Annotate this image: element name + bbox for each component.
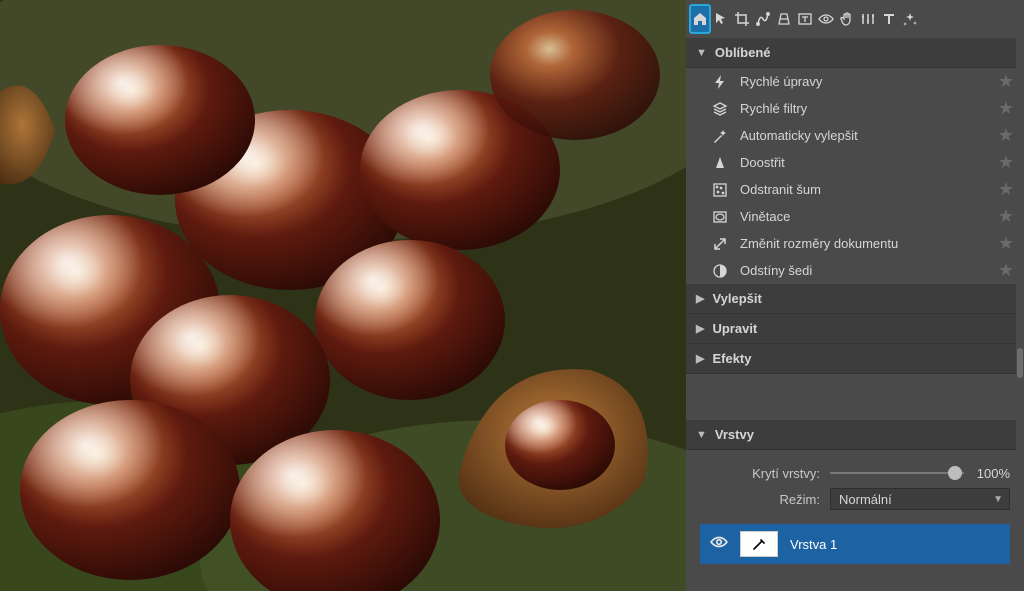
mode-value: Normální <box>839 492 892 507</box>
chevron-down-icon: ▼ <box>696 429 707 441</box>
favorites-list: Rychlé úpravy★Rychlé filtry★Automaticky … <box>686 68 1024 284</box>
sparkle-tool[interactable] <box>900 5 920 33</box>
noise-icon <box>710 182 730 198</box>
mode-label: Režim: <box>700 492 830 507</box>
mode-select[interactable]: Normální ▼ <box>830 488 1010 510</box>
fav-item-vignette[interactable]: Vinětace ★ <box>686 203 1024 230</box>
hand-tool[interactable] <box>837 5 857 33</box>
fav-label: Automaticky vylepšit <box>740 128 858 143</box>
section-label: Vylepšit <box>712 291 761 306</box>
section-label: Upravit <box>712 321 757 336</box>
vignette-icon <box>710 209 730 225</box>
chevron-right-icon: ▶ <box>696 322 704 335</box>
side-panel: ▼ Oblíbené Rychlé úpravy★Rychlé filtry★A… <box>686 0 1024 591</box>
crop-tool[interactable] <box>732 5 752 33</box>
fav-item-stack[interactable]: Rychlé filtry ★ <box>686 95 1024 122</box>
layers-body: Krytí vrstvy: 100% Režim: Normální ▼ Vrs… <box>686 450 1024 574</box>
sharpen-icon <box>710 155 730 171</box>
section-effects[interactable]: ▶ Efekty <box>686 344 1024 374</box>
star-icon[interactable]: ★ <box>998 260 1014 281</box>
opacity-slider[interactable] <box>830 464 964 482</box>
section-adjust[interactable]: ▶ Upravit <box>686 314 1024 344</box>
image-canvas[interactable] <box>0 0 686 591</box>
textbox-tool[interactable] <box>795 5 815 33</box>
section-layers[interactable]: ▼ Vrstvy <box>686 420 1024 450</box>
fav-label: Rychlé filtry <box>740 101 807 116</box>
star-icon[interactable]: ★ <box>998 98 1014 119</box>
visibility-icon[interactable] <box>710 533 728 556</box>
star-icon[interactable]: ★ <box>998 71 1014 92</box>
layer-row[interactable]: Vrstva 1 <box>700 524 1010 564</box>
fav-item-bolt[interactable]: Rychlé úpravy ★ <box>686 68 1024 95</box>
resize-icon <box>710 236 730 252</box>
stack-icon <box>710 101 730 117</box>
eye-tool[interactable] <box>816 5 836 33</box>
star-icon[interactable]: ★ <box>998 206 1014 227</box>
fav-label: Odstíny šedi <box>740 263 812 278</box>
curve-tool[interactable] <box>753 5 773 33</box>
fav-label: Vinětace <box>740 209 790 224</box>
layer-thumbnail[interactable] <box>740 531 778 557</box>
chevron-down-icon: ▼ <box>993 494 1003 505</box>
perspective-tool[interactable] <box>774 5 794 33</box>
toolbar <box>686 0 1024 38</box>
opacity-value: 100% <box>964 466 1010 481</box>
fav-item-noise[interactable]: Odstranit šum ★ <box>686 176 1024 203</box>
fav-item-resize[interactable]: Změnit rozměry dokumentu ★ <box>686 230 1024 257</box>
chevron-right-icon: ▶ <box>696 352 704 365</box>
fav-item-sharpen[interactable]: Doostřit ★ <box>686 149 1024 176</box>
chevron-down-icon: ▼ <box>696 47 707 59</box>
star-icon[interactable]: ★ <box>998 179 1014 200</box>
fav-item-grayscale[interactable]: Odstíny šedi ★ <box>686 257 1024 284</box>
home-tool[interactable] <box>690 5 710 33</box>
section-label: Vrstvy <box>715 427 754 442</box>
fav-label: Odstranit šum <box>740 182 821 197</box>
scrollbar[interactable] <box>1016 38 1024 591</box>
opacity-label: Krytí vrstvy: <box>700 466 830 481</box>
fav-label: Rychlé úpravy <box>740 74 822 89</box>
wand-icon <box>710 128 730 144</box>
fav-label: Změnit rozměry dokumentu <box>740 236 898 251</box>
section-favorites[interactable]: ▼ Oblíbené <box>686 38 1024 68</box>
fav-label: Doostřit <box>740 155 785 170</box>
scroll-thumb[interactable] <box>1017 348 1023 378</box>
star-icon[interactable]: ★ <box>998 125 1014 146</box>
grayscale-icon <box>710 263 730 279</box>
star-icon[interactable]: ★ <box>998 152 1014 173</box>
levels-tool[interactable] <box>858 5 878 33</box>
section-label: Efekty <box>712 351 751 366</box>
text-tool[interactable] <box>879 5 899 33</box>
star-icon[interactable]: ★ <box>998 233 1014 254</box>
layer-name: Vrstva 1 <box>790 537 837 552</box>
section-label: Oblíbené <box>715 45 771 60</box>
fav-item-wand[interactable]: Automaticky vylepšit ★ <box>686 122 1024 149</box>
section-enhance[interactable]: ▶ Vylepšit <box>686 284 1024 314</box>
bolt-icon <box>710 74 730 90</box>
cursor-tool[interactable] <box>711 5 731 33</box>
chevron-right-icon: ▶ <box>696 292 704 305</box>
